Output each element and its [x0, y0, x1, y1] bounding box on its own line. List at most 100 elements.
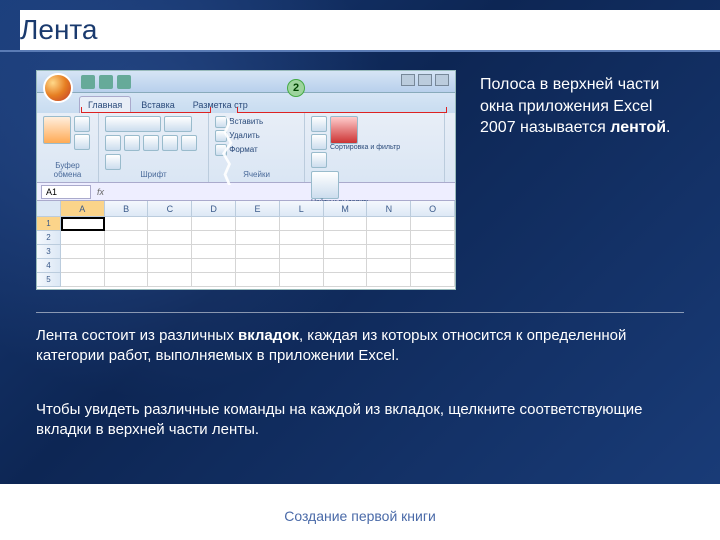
cell[interactable]	[105, 245, 149, 259]
col-header-m[interactable]: M	[324, 201, 368, 217]
cell[interactable]	[105, 217, 149, 231]
col-header-e[interactable]: E	[236, 201, 280, 217]
cell[interactable]	[411, 259, 455, 273]
col-header-o[interactable]: O	[411, 201, 455, 217]
cell[interactable]	[148, 245, 192, 259]
cell[interactable]	[367, 245, 411, 259]
row-header-5[interactable]: 5	[37, 273, 61, 287]
underline-icon[interactable]	[143, 135, 159, 151]
insert-label: Вставить	[229, 117, 263, 126]
col-header-c[interactable]: C	[148, 201, 192, 217]
cell[interactable]	[148, 217, 192, 231]
cell[interactable]	[192, 245, 236, 259]
group-font: Шрифт	[99, 113, 209, 182]
italic-icon[interactable]	[124, 135, 140, 151]
qat-save-icon[interactable]	[81, 75, 95, 89]
cell[interactable]	[105, 259, 149, 273]
cell[interactable]	[61, 259, 105, 273]
cell[interactable]	[236, 217, 280, 231]
cell[interactable]	[280, 259, 324, 273]
cell[interactable]	[324, 273, 368, 287]
col-header-b[interactable]: B	[105, 201, 149, 217]
title-underline	[0, 50, 720, 52]
cell[interactable]	[324, 231, 368, 245]
callout-2: 2	[287, 79, 305, 97]
copy-icon[interactable]	[74, 134, 90, 150]
paragraph-2: Чтобы увидеть различные команды на каждо…	[36, 400, 660, 441]
cell[interactable]	[61, 245, 105, 259]
col-header-d[interactable]: D	[192, 201, 236, 217]
cell[interactable]	[236, 273, 280, 287]
find-icon[interactable]	[311, 171, 339, 199]
cell[interactable]	[367, 259, 411, 273]
cell[interactable]	[324, 259, 368, 273]
col-header-a[interactable]: A	[61, 201, 105, 217]
cell-a1[interactable]	[61, 217, 105, 231]
office-button-icon[interactable]	[43, 73, 73, 103]
cell[interactable]	[61, 273, 105, 287]
cell[interactable]	[411, 245, 455, 259]
fill-icon[interactable]	[311, 134, 327, 150]
qat-redo-icon[interactable]	[117, 75, 131, 89]
col-header-l[interactable]: L	[280, 201, 324, 217]
cell[interactable]	[411, 217, 455, 231]
select-all-corner[interactable]	[37, 201, 61, 217]
font-name-dropdown[interactable]	[105, 116, 161, 132]
delete-label: Удалить	[229, 131, 260, 140]
cell[interactable]	[367, 273, 411, 287]
ribbon-body: Буфер обмена Шрифт Вставить	[37, 113, 455, 183]
grid-row: 3	[37, 245, 455, 259]
row-header-4[interactable]: 4	[37, 259, 61, 273]
autosum-icon[interactable]	[311, 116, 327, 132]
cell[interactable]	[280, 245, 324, 259]
row-header-1[interactable]: 1	[37, 217, 61, 231]
col-header-n[interactable]: N	[367, 201, 411, 217]
row-header-3[interactable]: 3	[37, 245, 61, 259]
group-label-clipboard: Буфер обмена	[43, 161, 92, 179]
sort-filter-icon[interactable]	[330, 116, 358, 144]
clear-icon[interactable]	[311, 152, 327, 168]
row-header-2[interactable]: 2	[37, 231, 61, 245]
cell[interactable]	[411, 231, 455, 245]
cell[interactable]	[105, 231, 149, 245]
paste-icon[interactable]	[43, 116, 71, 144]
border-icon[interactable]	[162, 135, 178, 151]
cell[interactable]	[324, 217, 368, 231]
para1-pre: Лента состоит из различных	[36, 327, 238, 344]
cell[interactable]	[236, 259, 280, 273]
fill-color-icon[interactable]	[181, 135, 197, 151]
cell[interactable]	[280, 231, 324, 245]
cell[interactable]	[280, 217, 324, 231]
cut-icon[interactable]	[74, 116, 90, 132]
grid-row: 5	[37, 273, 455, 287]
cell[interactable]	[61, 231, 105, 245]
close-icon[interactable]	[435, 74, 449, 86]
name-box[interactable]: A1	[41, 185, 91, 199]
maximize-icon[interactable]	[418, 74, 432, 86]
cell[interactable]	[192, 231, 236, 245]
font-size-dropdown[interactable]	[164, 116, 192, 132]
font-color-icon[interactable]	[105, 154, 121, 170]
cell[interactable]	[324, 245, 368, 259]
footer-text: Создание первой книги	[0, 508, 720, 524]
qat-undo-icon[interactable]	[99, 75, 113, 89]
cell[interactable]	[148, 273, 192, 287]
minimize-icon[interactable]	[401, 74, 415, 86]
cell[interactable]	[192, 259, 236, 273]
cell[interactable]	[236, 245, 280, 259]
bold-icon[interactable]	[105, 135, 121, 151]
cell[interactable]	[367, 231, 411, 245]
cell[interactable]	[105, 273, 149, 287]
cell[interactable]	[192, 217, 236, 231]
cell[interactable]	[148, 231, 192, 245]
excel-titlebar	[37, 71, 455, 93]
cell[interactable]	[192, 273, 236, 287]
cell[interactable]	[148, 259, 192, 273]
group-cells: Вставить Удалить Формат Ячейки	[209, 113, 305, 182]
cell[interactable]	[367, 217, 411, 231]
fx-icon[interactable]: fx	[97, 187, 104, 197]
side-description: Полоса в верхней части окна приложения E…	[480, 70, 684, 290]
cell[interactable]	[236, 231, 280, 245]
cell[interactable]	[280, 273, 324, 287]
cell[interactable]	[411, 273, 455, 287]
